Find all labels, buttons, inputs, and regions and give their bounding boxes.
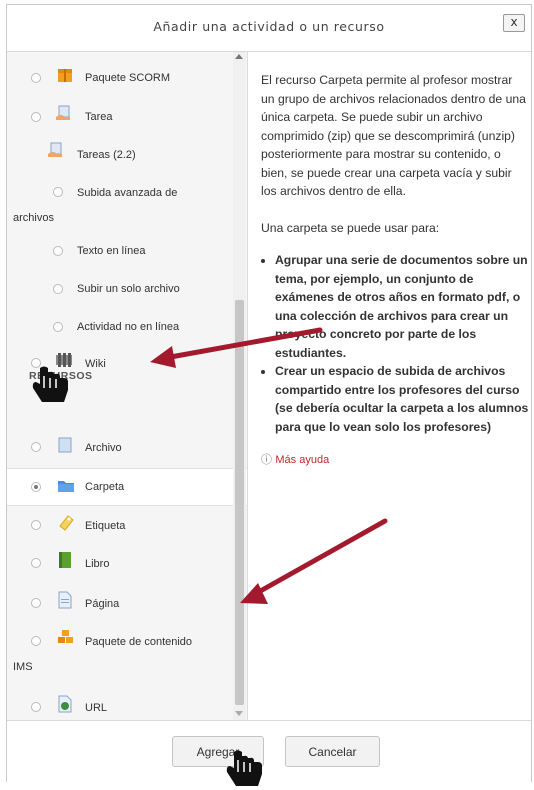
list-item-label: Paquete SCORM xyxy=(85,72,170,84)
scroll-up-icon[interactable] xyxy=(235,54,243,59)
list-item[interactable]: Etiqueta xyxy=(7,510,233,540)
dialog-titlebar: Añadir una actividad o un recurso x xyxy=(7,5,531,52)
help-list-item: Agrupar una serie de documentos sobre un… xyxy=(275,251,529,362)
help-paragraph: El recurso Carpeta permite al profesor m… xyxy=(261,73,526,198)
list-item[interactable]: Página xyxy=(7,588,233,618)
radio-button[interactable] xyxy=(31,442,41,452)
file-icon xyxy=(57,437,73,453)
list-item-label-cont: archivos xyxy=(13,212,54,224)
list-item-label: Etiqueta xyxy=(85,520,126,532)
list-item-label-cont: IMS xyxy=(13,661,33,673)
list-item-label: Paquete de contenido xyxy=(85,636,193,648)
assignment-icon xyxy=(47,142,63,158)
list-item-selected[interactable]: Carpeta xyxy=(7,468,247,506)
list-item[interactable]: Tareas (2.2) xyxy=(7,142,233,166)
more-help-row: ⓘ Más ayuda xyxy=(261,450,529,470)
assignment-icon xyxy=(55,105,71,121)
add-button[interactable]: Agregar xyxy=(172,736,264,767)
list-item-label: Subir un solo archivo xyxy=(77,283,180,295)
scroll-down-icon[interactable] xyxy=(235,711,243,716)
radio-button[interactable] xyxy=(31,558,41,568)
list-item[interactable]: Actividad no en línea xyxy=(7,316,233,340)
radio-button[interactable] xyxy=(53,322,63,332)
list-item[interactable]: URL xyxy=(7,692,233,720)
list-item-label: Texto en línea xyxy=(77,245,146,257)
radio-button[interactable] xyxy=(53,187,63,197)
close-button[interactable]: x xyxy=(503,14,525,32)
list-item-label: URL xyxy=(85,702,108,714)
help-list: Agrupar una serie de documentos sobre un… xyxy=(261,251,529,436)
scrollbar-thumb[interactable] xyxy=(235,300,244,705)
list-item[interactable]: Subida avanzada de archivos xyxy=(7,182,233,228)
add-activity-dialog: Añadir una actividad o un recurso x Paqu… xyxy=(6,4,532,783)
list-item[interactable]: Paquete de contenido IMS xyxy=(7,626,233,676)
help-description: El recurso Carpeta permite al profesor m… xyxy=(261,71,529,470)
cancel-button[interactable]: Cancelar xyxy=(285,736,380,767)
radio-button[interactable] xyxy=(31,73,41,83)
url-icon xyxy=(57,695,73,713)
radio-button[interactable] xyxy=(31,598,41,608)
scorm-package-icon xyxy=(57,67,73,83)
list-item-label: Wiki xyxy=(85,358,106,370)
wiki-icon xyxy=(55,352,72,368)
list-item[interactable]: Libro xyxy=(7,548,233,578)
list-item[interactable]: Subir un solo archivo xyxy=(7,278,233,302)
list-item[interactable]: Paquete SCORM xyxy=(7,66,233,90)
book-icon xyxy=(57,551,73,568)
radio-button[interactable] xyxy=(31,636,41,646)
list-item[interactable]: Tarea xyxy=(7,104,233,128)
list-item-label: Página xyxy=(85,598,120,610)
radio-button[interactable] xyxy=(53,246,63,256)
dialog-title: Añadir una actividad o un recurso xyxy=(153,19,385,34)
radio-button[interactable] xyxy=(31,702,41,712)
label-icon xyxy=(57,513,74,531)
help-list-item: Crear un espacio de subida de archivos c… xyxy=(275,362,529,436)
list-item-label: Carpeta xyxy=(85,481,125,493)
folder-icon xyxy=(57,478,74,494)
list-item-label: Tareas (2.2) xyxy=(77,149,136,161)
radio-button[interactable] xyxy=(31,358,41,368)
more-help-link[interactable]: Más ayuda xyxy=(275,454,329,466)
dialog-footer: Agregar Cancelar xyxy=(7,720,531,783)
list-item-label: Tarea xyxy=(85,111,113,123)
list-item[interactable]: Archivo xyxy=(7,432,233,462)
radio-button-selected[interactable] xyxy=(31,482,41,492)
list-item-label: Archivo xyxy=(85,442,122,454)
list-item-label: Actividad no en línea xyxy=(77,321,180,333)
info-icon: ⓘ xyxy=(261,454,272,466)
radio-button[interactable] xyxy=(31,520,41,530)
section-heading-resources: RECURSOS xyxy=(29,370,93,382)
ims-package-icon xyxy=(57,629,73,645)
radio-button[interactable] xyxy=(53,284,63,294)
list-item-label: Subida avanzada de xyxy=(77,187,178,199)
radio-button[interactable] xyxy=(31,112,41,122)
list-scrollbar[interactable] xyxy=(233,52,246,720)
page-icon xyxy=(57,591,73,609)
module-list: Paquete SCORM Tarea Tareas (2.2) Subida … xyxy=(7,52,248,720)
help-paragraph: Una carpeta se puede usar para: xyxy=(261,220,440,235)
list-item-label: Libro xyxy=(85,558,110,570)
list-item[interactable]: Texto en línea xyxy=(7,240,233,264)
